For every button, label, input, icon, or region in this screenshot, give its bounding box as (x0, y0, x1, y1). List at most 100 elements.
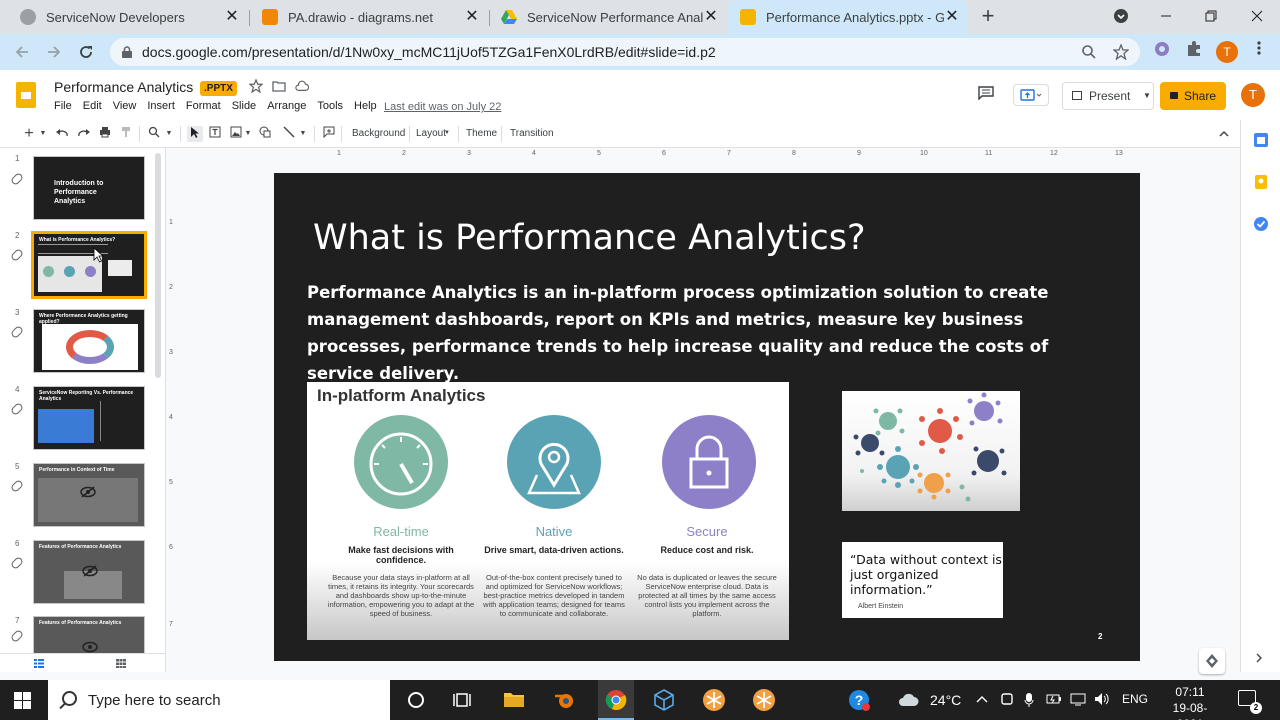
system-clock[interactable]: 07:11 19-08-2021 (1160, 684, 1220, 720)
filmstrip-scrollbar[interactable] (155, 153, 161, 378)
select-cursor-icon[interactable] (187, 126, 203, 142)
browser-tab-3[interactable]: ServiceNow Performance Analytic ✕ (489, 0, 727, 34)
menu-view[interactable]: View (113, 100, 137, 112)
file-explorer-icon[interactable] (502, 688, 526, 712)
close-window-icon[interactable] (1245, 4, 1269, 28)
slide-thumbnail-6[interactable]: Features of Performance Analytics (33, 540, 145, 604)
weather-temperature[interactable]: 24°C (930, 692, 961, 708)
browser-tab-1[interactable]: ServiceNow Developers ✕ (8, 0, 248, 34)
url-omnibox[interactable]: docs.google.com/presentation/d/1Nw0xy_mc… (110, 38, 1140, 66)
slide-thumbnail-2[interactable]: What is Performance Analytics? (31, 231, 147, 299)
new-tab-button[interactable]: + (977, 5, 999, 28)
network-dots-image[interactable] (842, 391, 1020, 511)
calendar-icon[interactable] (1253, 132, 1269, 148)
volume-icon[interactable] (1094, 692, 1110, 706)
menu-edit[interactable]: Edit (83, 100, 102, 112)
close-tab-icon[interactable]: ✕ (224, 9, 240, 25)
menu-help[interactable]: Help (354, 100, 377, 112)
keep-icon[interactable] (1253, 174, 1269, 190)
tasks-icon[interactable] (1253, 216, 1269, 232)
3d-cube-icon[interactable] (652, 688, 676, 712)
input-language[interactable]: ENG (1122, 692, 1148, 706)
profile-avatar[interactable]: T (1216, 41, 1238, 63)
move-folder-icon[interactable] (270, 79, 288, 97)
windows-start-icon[interactable] (14, 692, 31, 709)
restore-window-icon[interactable] (1199, 4, 1223, 28)
snowflake-app-icon[interactable] (702, 688, 726, 712)
last-edit-link[interactable]: Last edit was on July 22 (384, 101, 501, 113)
redo-icon[interactable] (77, 126, 91, 142)
filmstrip-view-icon[interactable] (34, 659, 44, 668)
slide-body-text[interactable]: Performance Analytics is an in-platform … (307, 279, 1112, 387)
zoom-dropdown-icon[interactable]: ▼ (164, 126, 174, 142)
slide-thumbnail-7[interactable]: Features of Performance Analytics (33, 616, 145, 653)
browser-tab-2[interactable]: PA.drawio - diagrams.net ✕ (250, 0, 488, 34)
new-slide-plus-icon[interactable]: + (22, 126, 36, 142)
present-button[interactable]: Present ▼ (1062, 82, 1154, 110)
slide-title[interactable]: What is Performance Analytics? (313, 218, 866, 258)
layout-button[interactable]: Layout (416, 128, 446, 139)
horizontal-ruler[interactable]: 1 2 3 4 5 6 7 8 9 10 11 12 13 (274, 150, 1140, 160)
help-icon[interactable]: ? (847, 688, 871, 712)
blender-icon[interactable] (553, 688, 577, 712)
tab-search-icon[interactable] (1109, 4, 1133, 28)
image-dropdown-icon[interactable]: ▼ (244, 126, 252, 142)
collapse-toolbar-icon[interactable] (1217, 126, 1231, 142)
menu-format[interactable]: Format (186, 100, 221, 112)
close-tab-icon[interactable]: ✕ (703, 9, 719, 25)
background-button[interactable]: Background (352, 128, 405, 139)
cortana-icon[interactable] (404, 688, 428, 712)
menu-tools[interactable]: Tools (317, 100, 343, 112)
present-dropdown-icon[interactable]: ▼ (1143, 83, 1151, 109)
show-hidden-icons-chevron-icon[interactable] (976, 694, 988, 704)
chrome-icon[interactable] (598, 680, 634, 720)
print-icon[interactable] (98, 126, 112, 142)
share-button[interactable]: Share (1160, 82, 1226, 110)
menu-insert[interactable]: Insert (147, 100, 175, 112)
quote-card[interactable]: “Data without context is just organized … (842, 542, 1003, 618)
vertical-ruler[interactable]: 1 2 3 4 5 6 7 (166, 173, 178, 661)
slide-thumbnail-5[interactable]: Performance in Context of Time (33, 463, 145, 527)
browser-tab-active[interactable]: Performance Analytics.pptx - Goo ✕ (728, 0, 968, 34)
transition-button[interactable]: Transition (510, 128, 554, 139)
undo-icon[interactable] (55, 126, 69, 142)
reload-icon[interactable] (74, 40, 98, 64)
slide-thumbnail-3[interactable]: Where Performance Analytics getting appl… (33, 309, 145, 373)
new-slide-dropdown-icon[interactable]: ▼ (38, 126, 48, 142)
layout-dropdown-icon[interactable]: ▼ (444, 130, 450, 136)
close-tab-icon[interactable]: ✕ (464, 9, 480, 25)
slide-thumbnail-4[interactable]: ServiceNow Reporting Vs. Performance Ana… (33, 386, 145, 450)
line-icon[interactable] (282, 126, 296, 142)
taskbar-search-box[interactable]: Type here to search (48, 680, 390, 720)
grid-view-icon[interactable] (116, 659, 126, 668)
microphone-icon[interactable] (1024, 692, 1034, 708)
document-title[interactable]: Performance Analytics (54, 79, 193, 95)
meet-present-button[interactable] (1013, 84, 1049, 106)
shape-icon[interactable] (258, 126, 272, 142)
text-box-icon[interactable] (208, 126, 222, 142)
minimize-window-icon[interactable] (1154, 4, 1178, 28)
menu-arrange[interactable]: Arrange (267, 100, 306, 112)
current-slide[interactable]: What is Performance Analytics? Performan… (274, 173, 1140, 661)
task-view-icon[interactable] (452, 688, 476, 712)
forward-arrow-icon[interactable] (42, 40, 66, 64)
in-platform-analytics-image[interactable]: In-platform Analytics Real-time Make fas… (307, 382, 789, 640)
extension-gear-icon[interactable] (1153, 40, 1171, 58)
paint-format-icon[interactable] (119, 126, 133, 142)
expand-panel-icon[interactable] (1255, 652, 1271, 668)
explore-button[interactable] (1199, 648, 1225, 674)
theme-button[interactable]: Theme (466, 128, 497, 139)
comment-add-icon[interactable] (322, 126, 336, 142)
menu-slide[interactable]: Slide (232, 100, 256, 112)
slide-thumbnail-1[interactable]: Introduction to Performance Analytics (33, 156, 145, 220)
line-dropdown-icon[interactable]: ▼ (298, 126, 308, 142)
zoom-icon[interactable] (147, 126, 161, 142)
cloud-status-icon[interactable] (293, 79, 311, 97)
network-icon[interactable] (1070, 692, 1086, 706)
tray-app-icon[interactable] (1000, 692, 1014, 706)
zoom-search-icon[interactable] (1080, 44, 1098, 62)
star-icon[interactable] (247, 78, 265, 97)
image-icon[interactable] (229, 126, 243, 142)
extensions-puzzle-icon[interactable] (1185, 40, 1203, 58)
browser-menu-icon[interactable] (1250, 40, 1268, 58)
